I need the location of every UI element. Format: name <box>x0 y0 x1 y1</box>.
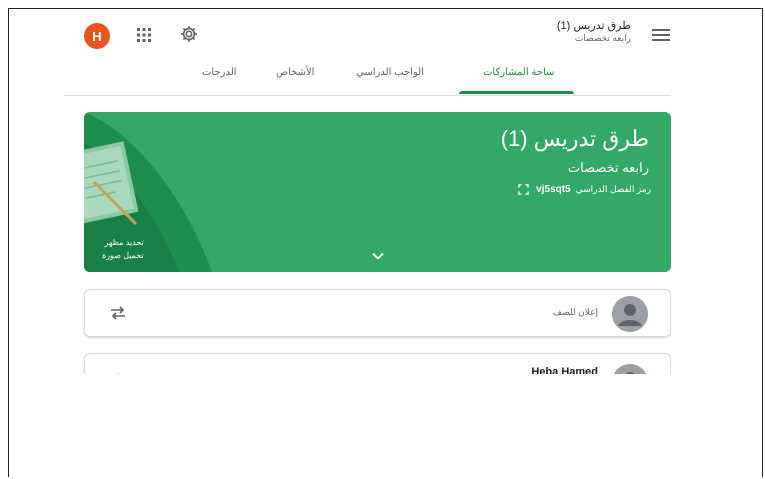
chevron-down-icon[interactable] <box>372 252 384 260</box>
header-class-name: طرق تدريس (1) <box>556 20 631 32</box>
upload-photo-link[interactable]: تحميل صورة <box>102 249 144 262</box>
banner-class-title: طرق تدريس (1) <box>500 126 649 151</box>
class-code-value: vj5sqt5 <box>536 184 571 195</box>
person-icon <box>613 364 647 374</box>
banner-class-section: رابعه تخصصات <box>567 160 649 175</box>
announce-placeholder[interactable]: إعلان للصف <box>553 307 598 318</box>
tabs-divider <box>64 95 671 96</box>
post-author-avatar <box>612 364 648 374</box>
fullscreen-icon[interactable] <box>518 184 529 195</box>
menu-icon[interactable] <box>652 28 670 42</box>
class-code-row: رمز الفصل الدراسي vj5sqt5 <box>518 184 651 195</box>
class-banner: طرق تدريس (1) رابعه تخصصات رمز الفصل الد… <box>84 112 671 272</box>
header-class-section: رابعه تخصصات <box>574 33 631 43</box>
apps-icon[interactable] <box>136 27 152 43</box>
class-code-label: رمز الفصل الدراسي <box>575 184 651 194</box>
account-avatar[interactable]: H <box>84 23 110 49</box>
gear-icon[interactable] <box>179 24 199 44</box>
screenshot-frame: H طرق تدريس (1) رابعه تخصصات ساحة المشار <box>8 8 763 477</box>
post-card: Heba Hamed <box>84 353 671 374</box>
tab-people[interactable]: الأشخاص <box>276 67 314 78</box>
select-theme-link[interactable]: تحديد مظهر <box>102 236 144 249</box>
tab-stream[interactable]: ساحة المشاركات <box>483 67 554 78</box>
post-author: Heba Hamed <box>531 366 598 374</box>
user-avatar <box>612 296 648 332</box>
announce-card[interactable]: إعلان للصف <box>84 289 671 337</box>
active-tab-indicator <box>459 91 574 94</box>
banner-customize: تحديد مظهر تحميل صورة <box>102 236 144 262</box>
tab-grades[interactable]: الدرجات <box>202 67 237 78</box>
avatar-letter: H <box>92 28 102 44</box>
more-vert-icon[interactable] <box>116 372 120 374</box>
repost-icon[interactable] <box>109 304 127 322</box>
classroom-page: H طرق تدريس (1) رابعه تخصصات ساحة المشار <box>9 9 671 374</box>
person-icon <box>612 296 648 332</box>
header-class-title[interactable]: طرق تدريس (1) رابعه تخصصات <box>557 19 631 44</box>
tab-classwork[interactable]: الواجب الدراسي <box>356 67 424 78</box>
